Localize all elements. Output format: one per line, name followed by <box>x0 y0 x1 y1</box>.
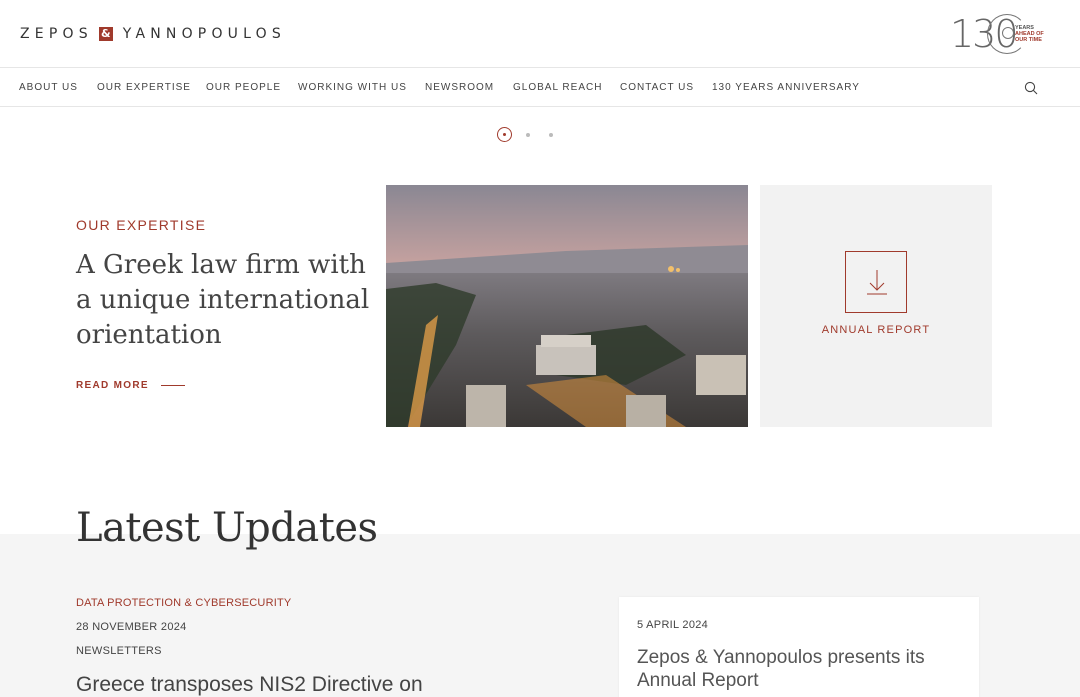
logo-left: ZEPOS <box>20 26 93 42</box>
anniversary-logo[interactable]: 130 YEARS AHEAD OF OUR TIME <box>950 12 1050 56</box>
slider-dot-2[interactable] <box>526 133 530 137</box>
nav-item-newsroom[interactable]: NEWSROOM <box>425 82 494 93</box>
site-logo[interactable]: ZEPOS & YANNOPOULOS <box>20 26 286 42</box>
slider-dot-1[interactable] <box>497 127 512 142</box>
featured-update-category[interactable]: DATA PROTECTION & CYBERSECURITY <box>76 597 291 609</box>
slider-dot-3[interactable] <box>549 133 553 137</box>
updates-title: Latest Updates <box>76 505 378 551</box>
logo-right: YANNOPOULOS <box>122 26 286 42</box>
nav-item-our-expertise[interactable]: OUR EXPERTISE <box>97 82 191 93</box>
site-header: ZEPOS & YANNOPOULOS 130 YEARS AHEAD OF O… <box>0 0 1080 68</box>
hero-title: A Greek law firm with a unique internati… <box>76 250 370 350</box>
anniversary-tagline: YEARS AHEAD OF OUR TIME <box>1015 25 1055 43</box>
download-icon[interactable] <box>845 251 907 313</box>
news-card[interactable]: 5 APRIL 2024 Zepos & Yannopoulos present… <box>619 597 979 697</box>
nav-item-working-with-us[interactable]: WORKING WITH US <box>298 82 407 93</box>
featured-update-title[interactable]: Greece transposes NIS2 Directive on <box>76 673 423 697</box>
cityscape-illustration <box>386 185 748 427</box>
logo-ampersand-icon: & <box>98 27 113 41</box>
nav-item-global-reach[interactable]: GLOBAL REACH <box>513 82 602 93</box>
nav-item-our-people[interactable]: OUR PEOPLE <box>206 82 281 93</box>
main-nav: ABOUT US OUR EXPERTISE OUR PEOPLE WORKIN… <box>0 69 1080 107</box>
anniversary-spiral-icon <box>1002 27 1014 39</box>
read-more-label: READ MORE <box>76 380 149 391</box>
anniversary-tag-line3: OUR TIME <box>1015 37 1042 43</box>
news-card-date: 5 APRIL 2024 <box>637 619 709 631</box>
nav-item-contact-us[interactable]: CONTACT US <box>620 82 694 93</box>
search-icon[interactable] <box>1024 81 1038 95</box>
annual-report-card[interactable]: ANNUAL REPORT <box>760 185 992 427</box>
featured-update-type: NEWSLETTERS <box>76 645 162 657</box>
nav-item-about-us[interactable]: ABOUT US <box>19 82 78 93</box>
athens-cityscape-image <box>386 185 748 427</box>
hero-eyebrow: OUR EXPERTISE <box>76 217 207 233</box>
read-more-link[interactable]: READ MORE <box>76 380 185 391</box>
nav-item-130-years[interactable]: 130 YEARS ANNIVERSARY <box>712 82 860 93</box>
news-card-title[interactable]: Zepos & Yannopoulos presents its Annual … <box>637 646 927 692</box>
annual-report-label: ANNUAL REPORT <box>821 324 931 336</box>
featured-update-date: 28 NOVEMBER 2024 <box>76 621 187 633</box>
read-more-arrow-icon <box>160 385 185 386</box>
